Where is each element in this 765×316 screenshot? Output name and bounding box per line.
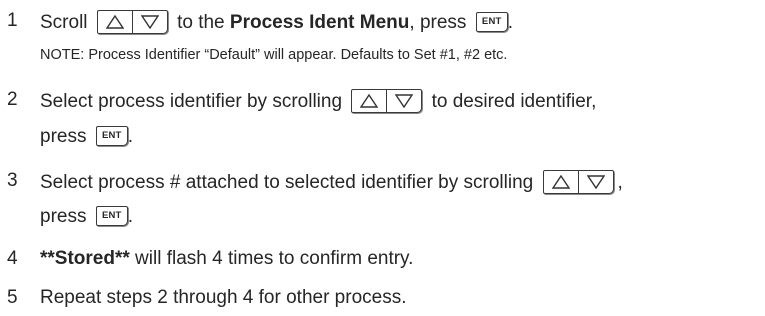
step-5-text: Repeat steps 2 through 4 for other proce… [40,287,407,308]
down-triangle-icon[interactable] [386,90,421,112]
step-3-line-1: Select process # attached to selected id… [40,170,623,195]
up-triangle-icon[interactable] [352,90,386,112]
ent-key[interactable]: ENT [95,126,128,146]
step-number: 2 [7,89,18,110]
step-number: 4 [7,248,18,269]
up-triangle-icon[interactable] [98,11,132,33]
up-triangle-icon[interactable] [544,171,578,193]
ent-key[interactable]: ENT [95,206,128,226]
step-number: 5 [7,287,18,308]
step-number: 3 [7,170,18,191]
ent-key[interactable]: ENT [475,12,508,32]
step-2-line-2: press ENT. [40,126,134,148]
step-1-text: Scroll to the Process Ident Menu, press … [40,10,513,35]
step-1-note: NOTE: Process Identifier “Default” will … [40,47,508,63]
down-triangle-icon[interactable] [131,11,167,33]
scroll-buttons[interactable] [542,170,614,194]
step-4-text: **Stored** will flash 4 times to confirm… [40,248,414,269]
scroll-buttons[interactable] [351,89,423,113]
step-2-line-1: Select process identifier by scrolling t… [40,89,596,114]
menu-name: Process Ident Menu [229,12,410,34]
step-3-line-2: press ENT. [40,206,134,228]
instruction-page: 1 Scroll to the Process Ident Menu, pres… [0,0,765,316]
down-triangle-icon[interactable] [577,171,613,193]
step-number: 1 [7,10,18,31]
stored-label: **Stored** [40,248,130,269]
scroll-buttons[interactable] [96,10,168,34]
